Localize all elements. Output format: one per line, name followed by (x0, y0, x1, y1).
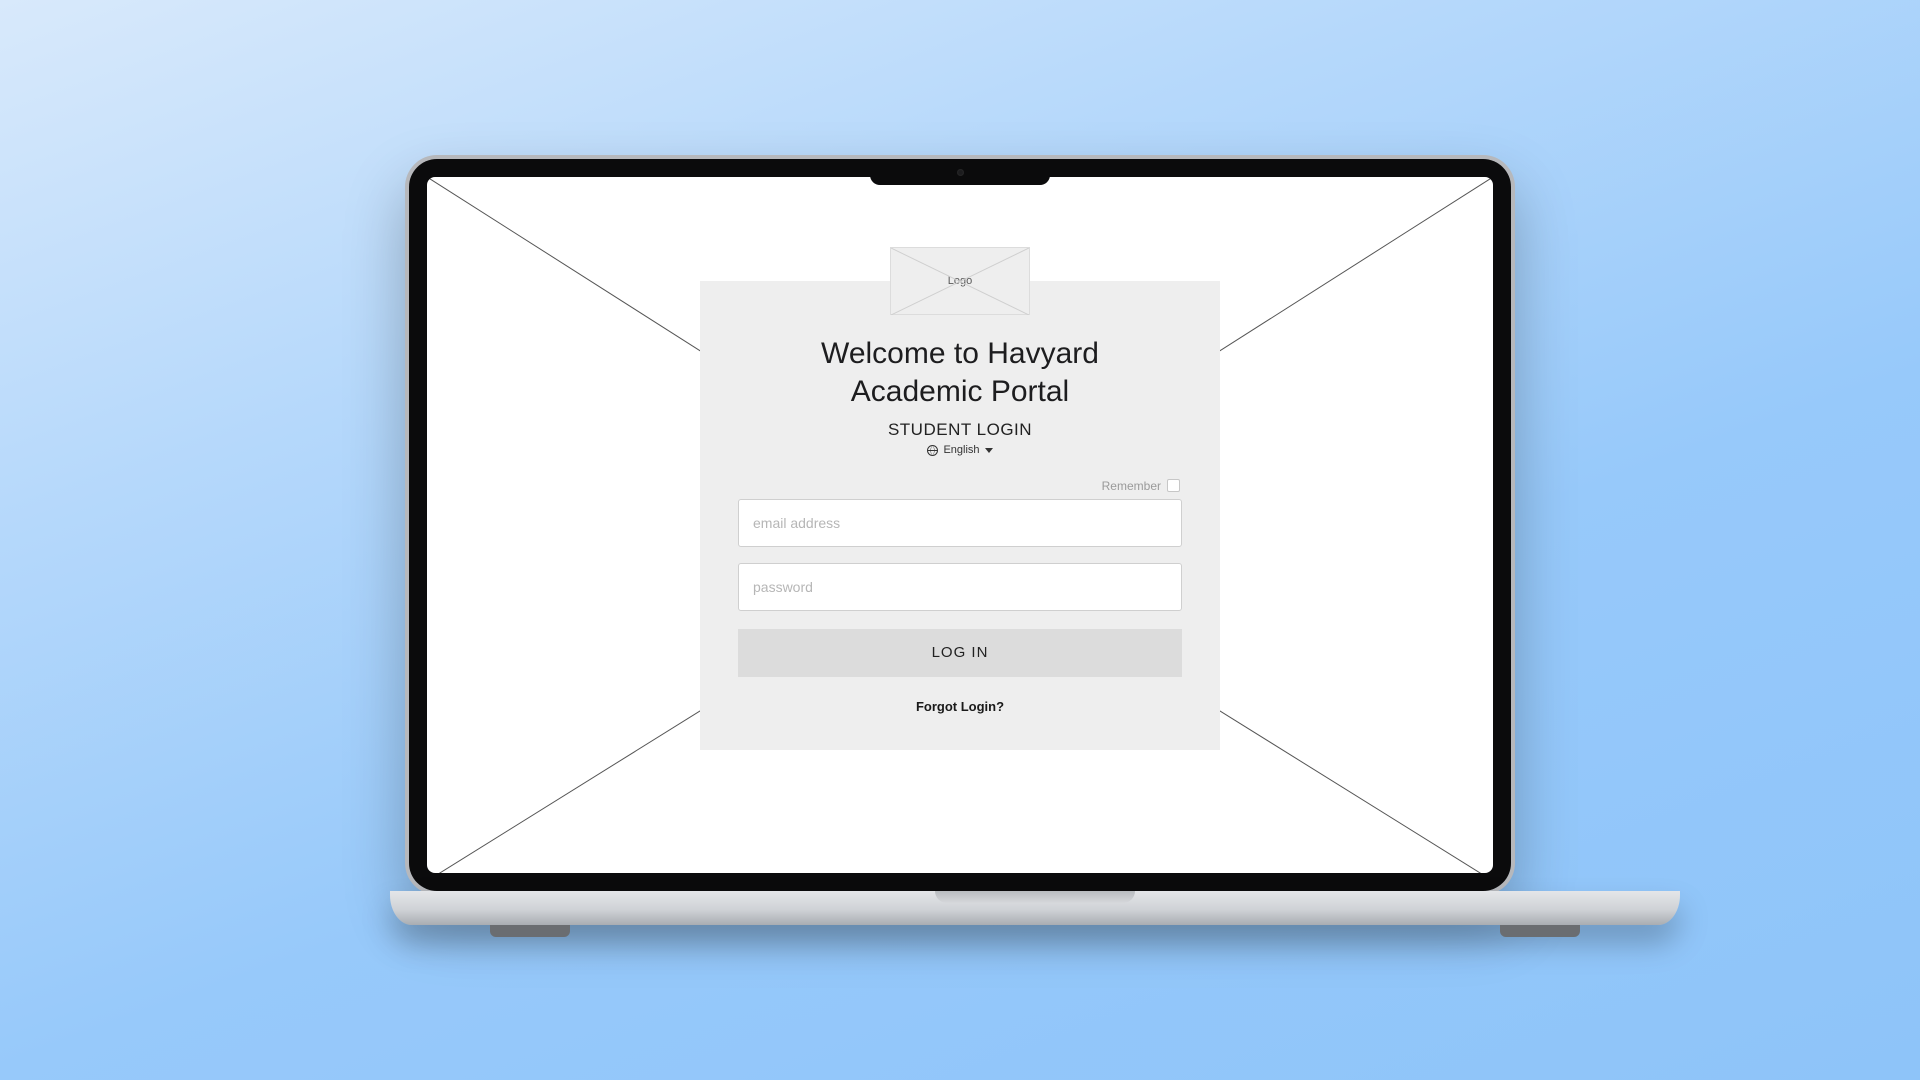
login-panel: Logo Welcome to Havyard Academic Portal … (700, 247, 1220, 750)
page-title-line2: Academic Portal (851, 375, 1069, 408)
laptop-screen: Logo Welcome to Havyard Academic Portal … (427, 177, 1493, 873)
password-field[interactable] (738, 563, 1182, 611)
remember-row: Remember (738, 479, 1182, 493)
language-selector[interactable]: English (927, 444, 992, 456)
remember-label: Remember (1102, 479, 1161, 493)
globe-icon (927, 445, 938, 456)
login-subtitle: STUDENT LOGIN (738, 420, 1182, 440)
language-selected-label: English (943, 444, 979, 456)
laptop-foot-right (1500, 925, 1580, 937)
page-title-line1: Welcome to Havyard (821, 337, 1099, 370)
logo-placeholder-label: Logo (948, 275, 972, 287)
laptop-base (390, 891, 1680, 925)
laptop-mockup: Logo Welcome to Havyard Academic Portal … (390, 155, 1530, 925)
logo-placeholder: Logo (890, 247, 1030, 315)
remember-checkbox[interactable] (1167, 479, 1180, 492)
laptop-bezel: Logo Welcome to Havyard Academic Portal … (409, 159, 1511, 891)
login-card: Welcome to Havyard Academic Portal STUDE… (700, 281, 1220, 750)
laptop-foot-left (490, 925, 570, 937)
forgot-login-link[interactable]: Forgot Login? (916, 699, 1004, 714)
login-button[interactable]: LOG IN (738, 629, 1182, 677)
laptop-lid: Logo Welcome to Havyard Academic Portal … (405, 155, 1515, 895)
laptop-notch (870, 159, 1050, 185)
page-title: Welcome to Havyard Academic Portal (738, 335, 1182, 410)
email-field[interactable] (738, 499, 1182, 547)
chevron-down-icon (985, 448, 993, 453)
